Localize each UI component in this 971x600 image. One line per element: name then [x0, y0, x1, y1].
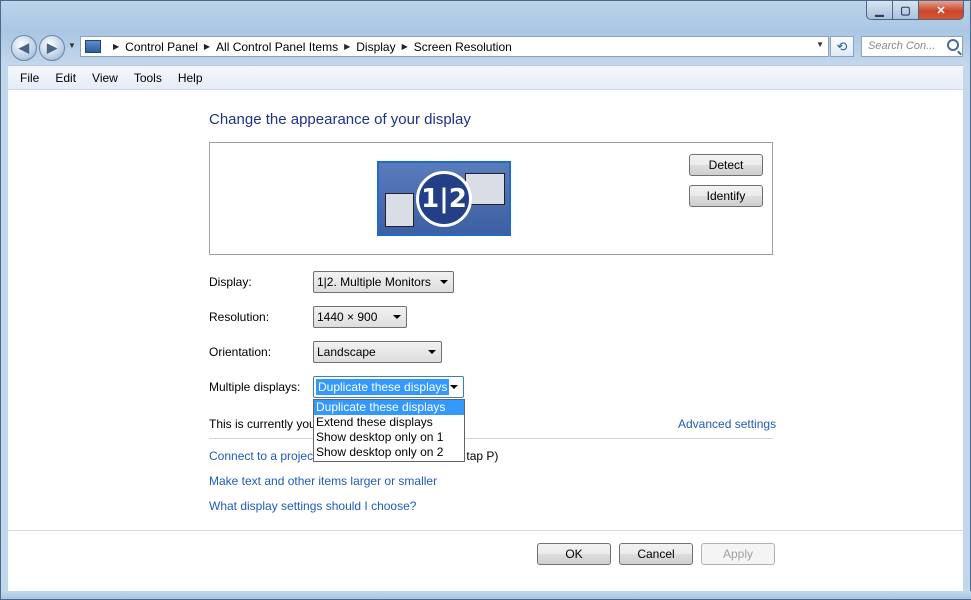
monitor-icon[interactable]: 1|2	[377, 161, 511, 236]
dropdown-option-only-1[interactable]: Show desktop only on 1	[314, 430, 464, 445]
address-bar[interactable]: ▶ Control Panel ▶ All Control Panel Item…	[80, 36, 829, 57]
search-input[interactable]: Search Con...	[861, 36, 963, 57]
window-thumbnail-left	[385, 193, 414, 227]
chevron-right-icon: ▶	[401, 42, 408, 51]
forward-arrow-icon: ▶	[47, 40, 57, 55]
search-icon	[947, 39, 959, 51]
chevron-down-icon	[450, 385, 458, 389]
close-button[interactable]: ✕	[919, 1, 964, 20]
breadcrumb-display[interactable]: Display	[356, 40, 395, 54]
ok-button[interactable]: OK	[537, 543, 611, 565]
section-divider	[209, 438, 773, 439]
maximize-icon: ▢	[900, 4, 911, 17]
multiple-displays-label: Multiple displays:	[209, 380, 301, 394]
refresh-button[interactable]: ⟲	[830, 36, 854, 57]
maximize-button[interactable]: ▢	[893, 1, 919, 20]
display-label: Display:	[209, 275, 252, 289]
minimize-icon: ▁	[875, 4, 884, 17]
identify-button[interactable]: Identify	[689, 185, 763, 207]
search-placeholder: Search Con...	[868, 40, 936, 52]
apply-button[interactable]: Apply	[701, 543, 775, 565]
chevron-down-icon	[428, 350, 436, 354]
cancel-button[interactable]: Cancel	[619, 543, 693, 565]
resolution-label: Resolution:	[209, 310, 270, 324]
back-button[interactable]: ◀	[11, 35, 37, 61]
current-display-status: This is currently you	[209, 417, 316, 431]
chevron-down-icon[interactable]: ▼	[816, 40, 824, 49]
monitor-preview-panel: 1|2 Detect Identify	[209, 142, 773, 255]
chevron-right-icon: ▶	[113, 42, 120, 51]
display-select[interactable]: 1|2. Multiple Monitors	[313, 271, 454, 293]
breadcrumb-control-panel[interactable]: Control Panel	[125, 40, 198, 54]
connect-projector-link-text: Connect to a projec	[209, 449, 314, 463]
menu-bar: File Edit View Tools Help	[8, 65, 963, 89]
orientation-select[interactable]: Landscape	[313, 341, 442, 363]
screen-resolution-window: ▁ ▢ ✕ ◀ ▶ ▼ ▶ Control Panel ▶ All Contro…	[0, 0, 971, 600]
connect-projector-shortcut: tap P)	[466, 449, 499, 463]
menu-view[interactable]: View	[92, 71, 118, 85]
dropdown-option-only-2[interactable]: Show desktop only on 2	[314, 445, 464, 460]
chevron-right-icon: ▶	[203, 42, 211, 51]
forward-button[interactable]: ▶	[39, 35, 65, 61]
display-help-link[interactable]: What display settings should I choose?	[209, 499, 416, 513]
advanced-settings-link[interactable]: Advanced settings	[678, 417, 776, 431]
dropdown-option-duplicate[interactable]: Duplicate these displays	[314, 400, 464, 415]
dropdown-option-extend[interactable]: Extend these displays	[314, 415, 464, 430]
page-title: Change the appearance of your display	[209, 111, 471, 128]
resolution-select[interactable]: 1440 × 900	[313, 306, 407, 328]
orientation-select-value: Landscape	[317, 345, 376, 359]
monitor-number-badge: 1|2	[416, 171, 472, 227]
breadcrumb: ▶ Control Panel ▶ All Control Panel Item…	[107, 40, 512, 54]
text-size-link[interactable]: Make text and other items larger or smal…	[209, 474, 437, 488]
minimize-button[interactable]: ▁	[866, 1, 893, 20]
chevron-right-icon: ▶	[344, 42, 351, 51]
chevron-down-icon	[440, 280, 448, 284]
recent-pages-dropdown[interactable]: ▼	[68, 41, 76, 50]
multiple-displays-select[interactable]: Duplicate these displays	[313, 376, 464, 398]
orientation-label: Orientation:	[209, 345, 272, 359]
close-icon: ✕	[936, 4, 946, 17]
control-panel-icon	[85, 40, 101, 53]
window-bottom-border	[1, 591, 971, 599]
display-select-value: 1|2. Multiple Monitors	[317, 275, 431, 289]
content-area: Change the appearance of your display 1|…	[8, 89, 963, 594]
back-arrow-icon: ◀	[19, 40, 29, 55]
breadcrumb-all-items[interactable]: All Control Panel Items	[216, 40, 338, 54]
caption-buttons: ▁ ▢ ✕	[866, 1, 964, 20]
menu-help[interactable]: Help	[178, 71, 203, 85]
multiple-displays-select-value: Duplicate these displays	[316, 379, 450, 395]
resolution-select-value: 1440 × 900	[317, 310, 378, 324]
menu-edit[interactable]: Edit	[55, 71, 76, 85]
chevron-down-icon	[393, 315, 401, 319]
footer-divider	[8, 530, 963, 531]
breadcrumb-screen-resolution[interactable]: Screen Resolution	[414, 40, 512, 54]
menu-file[interactable]: File	[20, 71, 39, 85]
detect-button[interactable]: Detect	[689, 154, 763, 176]
multiple-displays-dropdown-list: Duplicate these displays Extend these di…	[313, 399, 465, 462]
refresh-icon: ⟲	[836, 38, 848, 54]
menu-tools[interactable]: Tools	[134, 71, 162, 85]
